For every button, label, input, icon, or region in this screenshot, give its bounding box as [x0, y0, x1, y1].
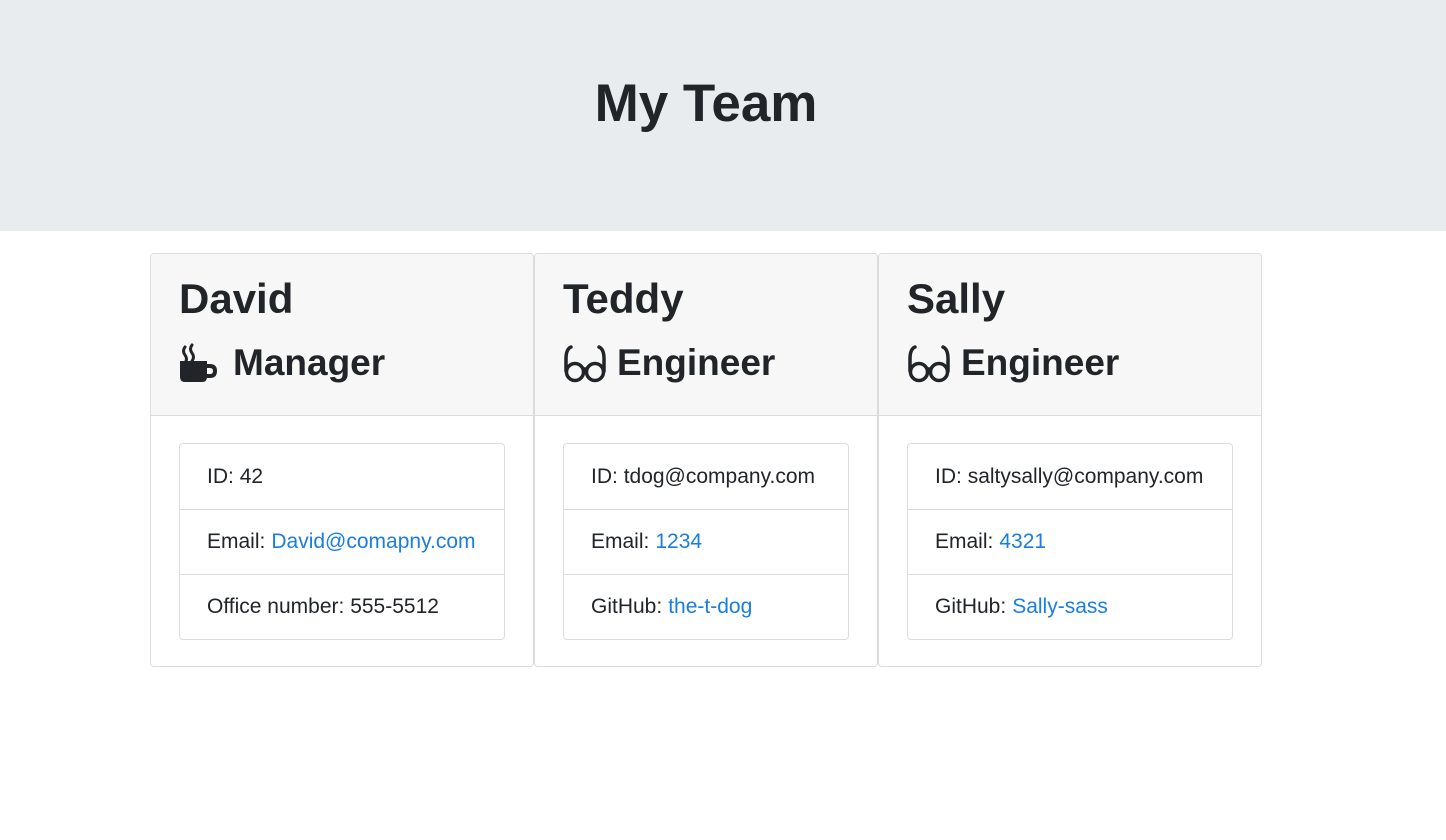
employee-name: Teddy: [563, 275, 684, 322]
github-link[interactable]: the-t-dog: [668, 595, 752, 619]
page-title: My Team: [594, 74, 818, 133]
id-value: 42: [239, 464, 264, 488]
office-number-label: Office number:: [207, 595, 345, 618]
employee-role: Manager: [179, 338, 385, 388]
coffee-mug-icon: [179, 343, 223, 383]
id-value: saltysally@company.com: [967, 464, 1204, 488]
info-list: ID: saltysally@company.com Email: 4321 G…: [907, 443, 1233, 640]
role-label: Manager: [233, 342, 386, 383]
github-label: GitHub:: [591, 595, 663, 618]
employee-card-engineer: Teddy Engineer ID: tdog@company.com Emai…: [534, 253, 878, 667]
employee-card-manager: David Manager ID: 42 Email: David@comapn…: [150, 253, 534, 667]
github-link[interactable]: Sally-sass: [1012, 595, 1108, 619]
email-link[interactable]: 4321: [999, 530, 1046, 554]
email-label: Email:: [591, 530, 650, 553]
list-item-email: Email: 4321: [908, 509, 1232, 574]
id-label: ID:: [207, 464, 234, 488]
id-label: ID:: [591, 464, 618, 488]
id-label: ID:: [935, 464, 962, 488]
role-label: Engineer: [617, 342, 776, 383]
employee-name: David: [179, 275, 294, 322]
employee-role: Engineer: [563, 338, 775, 388]
employee-name: Sally: [907, 275, 1006, 322]
email-label: Email:: [207, 530, 266, 553]
github-label: GitHub:: [935, 595, 1007, 618]
info-list: ID: 42 Email: David@comapny.com Office n…: [179, 443, 505, 640]
list-item-office-number: Office number: 555-5512: [180, 574, 504, 639]
card-header: Sally Engineer: [879, 254, 1261, 416]
role-label: Engineer: [961, 342, 1120, 383]
id-value: tdog@company.com: [623, 464, 816, 488]
list-item-id: ID: 42: [180, 444, 504, 509]
email-link[interactable]: David@comapny.com: [271, 530, 475, 554]
card-header: David Manager: [151, 254, 533, 416]
list-item-github: GitHub: the-t-dog: [564, 574, 848, 639]
list-item-id: ID: saltysally@company.com: [908, 444, 1232, 509]
office-number-value: 555-5512: [350, 595, 439, 618]
glasses-icon: [563, 343, 607, 383]
jumbotron-header: My Team: [0, 0, 1446, 231]
card-header: Teddy Engineer: [535, 254, 877, 416]
employee-role: Engineer: [907, 338, 1119, 388]
email-link[interactable]: 1234: [655, 530, 702, 554]
list-item-email: Email: 1234: [564, 509, 848, 574]
list-item-github: GitHub: Sally-sass: [908, 574, 1232, 639]
info-list: ID: tdog@company.com Email: 1234 GitHub:…: [563, 443, 849, 640]
list-item-email: Email: David@comapny.com: [180, 509, 504, 574]
employee-card-engineer: Sally Engineer ID: saltysally@company.co…: [878, 253, 1262, 667]
email-label: Email:: [935, 530, 994, 553]
list-item-id: ID: tdog@company.com: [564, 444, 848, 509]
glasses-icon: [907, 343, 951, 383]
